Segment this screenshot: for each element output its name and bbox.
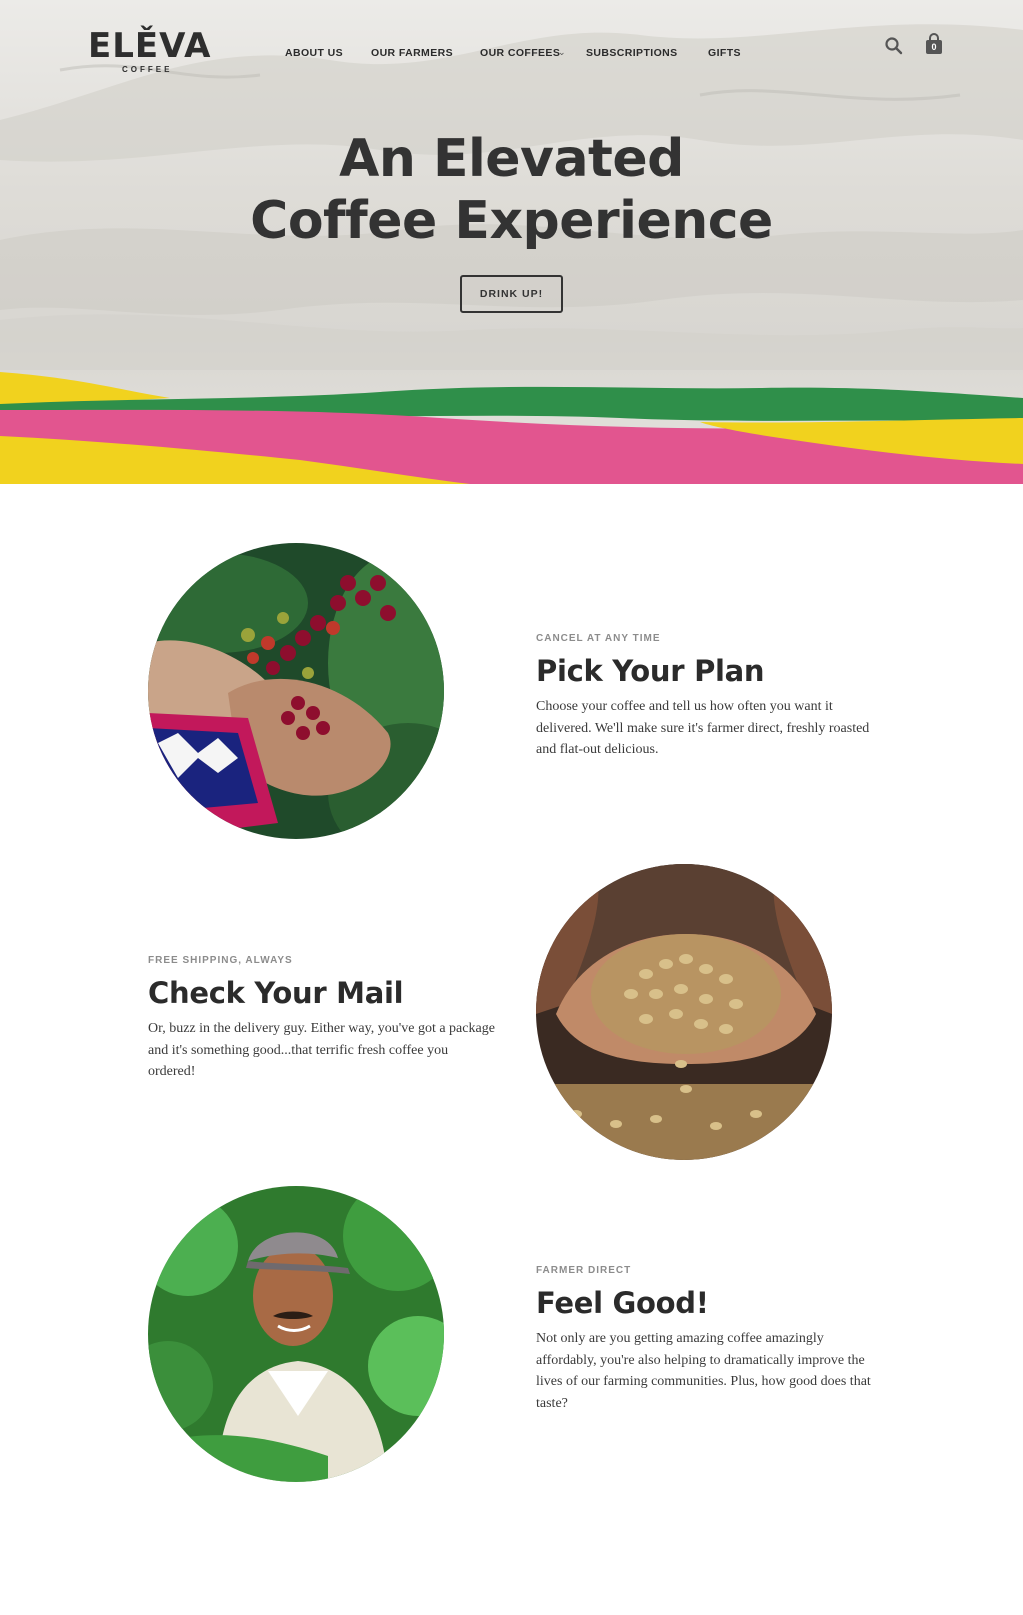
cart-count: 0 <box>931 42 937 52</box>
feature-title: Feel Good! <box>536 1286 709 1320</box>
chevron-down-icon[interactable]: ⌄ <box>558 47 566 58</box>
farmer-portrait-photo <box>148 1186 444 1482</box>
nav-our-farmers[interactable]: OUR FARMERS <box>371 47 453 59</box>
nav-gifts[interactable]: GIFTS <box>708 47 741 59</box>
color-bands-graphic <box>0 372 1023 484</box>
nav-our-coffees[interactable]: OUR COFFEES <box>480 47 560 59</box>
feature-body: Not only are you getting amazing coffee … <box>536 1331 871 1411</box>
shopping-bag-icon[interactable]: 0 <box>924 33 944 55</box>
feature-pick-your-plan: CANCEL AT ANY TIME Pick Your Plan Choose… <box>536 633 886 761</box>
feature-body: Choose your coffee and tell us how often… <box>536 699 870 757</box>
drink-up-button[interactable]: DRINK UP! <box>460 275 563 313</box>
feature-eyebrow: FREE SHIPPING, ALWAYS <box>148 955 293 966</box>
nav-subscriptions[interactable]: SUBSCRIPTIONS <box>586 47 678 59</box>
feature-title: Pick Your Plan <box>536 654 765 688</box>
nav-about-us[interactable]: ABOUT US <box>285 47 343 59</box>
feature-feel-good: FARMER DIRECT Feel Good! Not only are yo… <box>536 1265 886 1414</box>
search-icon[interactable] <box>884 36 904 56</box>
hero-title-line-1: An Elevated <box>339 129 684 189</box>
eleva-coffee-logo[interactable]: ELĚVA COFFEE <box>88 20 210 76</box>
logo-wordmark: ELĚVA <box>88 26 212 66</box>
feature-eyebrow: FARMER DIRECT <box>536 1265 632 1276</box>
hero-title-line-2: Coffee Experience <box>250 191 773 251</box>
feature-eyebrow: CANCEL AT ANY TIME <box>536 633 661 644</box>
logo-subtitle: COFFEE <box>122 65 173 74</box>
hero-title: An Elevated Coffee Experience <box>0 128 1023 252</box>
coffee-cherries-photo <box>148 543 444 839</box>
feature-check-your-mail: FREE SHIPPING, ALWAYS Check Your Mail Or… <box>148 955 498 1083</box>
hero-section: ELĚVA COFFEE ABOUT US OUR FARMERS OUR CO… <box>0 0 1023 484</box>
green-coffee-beans-photo <box>536 864 832 1160</box>
feature-title: Check Your Mail <box>148 976 404 1010</box>
feature-body: Or, buzz in the delivery guy. Either way… <box>148 1021 495 1079</box>
